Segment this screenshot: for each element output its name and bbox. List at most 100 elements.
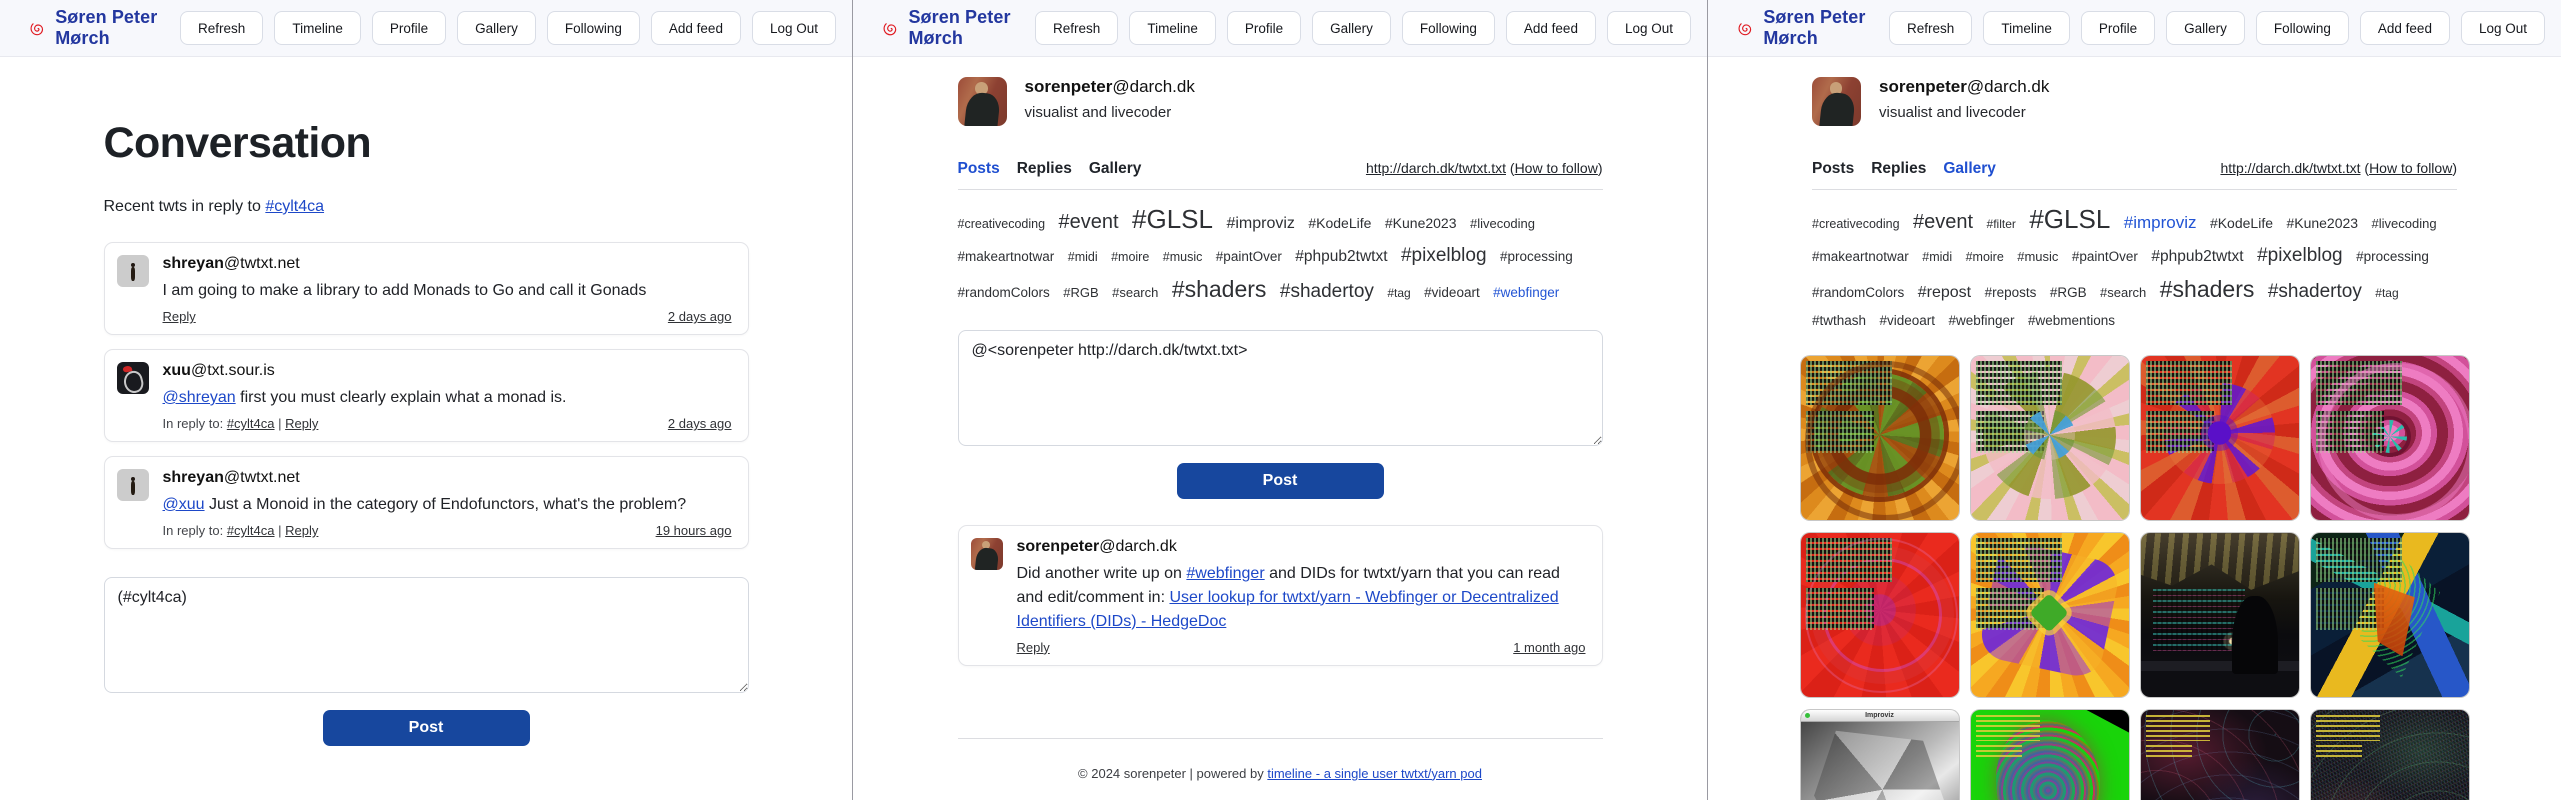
tag-link[interactable]: #phpub2twtxt (1295, 248, 1387, 265)
brand-link[interactable]: Søren Peter Mørch (30, 7, 180, 49)
tab-replies[interactable]: Replies (1017, 160, 1072, 178)
twt-composer[interactable]: @<sorenpeter http://darch.dk/twtxt.txt> (958, 330, 1603, 446)
username-link[interactable]: sorenpeter (1017, 538, 1100, 556)
tag-link[interactable]: #search (1112, 285, 1158, 300)
tag-link[interactable]: #videoart (1424, 285, 1480, 300)
post-button[interactable]: Post (323, 710, 530, 746)
tag-link[interactable]: #improviz (1226, 215, 1294, 232)
inline-link[interactable]: #cylt4ca (227, 523, 275, 538)
gallery-image[interactable] (1971, 533, 2129, 697)
tag-link[interactable]: #reposts (1985, 285, 2037, 300)
tag-link[interactable]: #webfinger (1949, 313, 2015, 328)
nav-gallery-button[interactable]: Gallery (1312, 11, 1391, 45)
tag-link[interactable]: #GLSL (1132, 204, 1213, 234)
timestamp-link[interactable]: 2 days ago (668, 309, 732, 324)
feed-url-link[interactable]: http://darch.dk/twtxt.txt (2220, 160, 2360, 176)
gallery-image[interactable] (2311, 710, 2469, 800)
username-link[interactable]: xuu (163, 362, 191, 380)
nav-add-feed-button[interactable]: Add feed (1506, 11, 1596, 45)
nav-refresh-button[interactable]: Refresh (1035, 11, 1118, 45)
gallery-image[interactable] (2311, 533, 2469, 697)
tag-link[interactable]: #midi (1068, 250, 1098, 264)
tag-link[interactable]: #Kune2023 (1385, 215, 1457, 231)
nav-refresh-button[interactable]: Refresh (180, 11, 263, 45)
tag-link[interactable]: #videoart (1880, 313, 1936, 328)
tag-link[interactable]: #makeartnotwar (958, 249, 1055, 264)
tag-link[interactable]: #livecoding (2372, 216, 2437, 231)
gallery-image[interactable] (2311, 356, 2469, 520)
timestamp-link[interactable]: 2 days ago (668, 416, 732, 431)
username-link[interactable]: shreyan (163, 255, 224, 273)
gallery-image[interactable] (1801, 533, 1959, 697)
tag-link[interactable]: #tag (2375, 286, 2398, 300)
gallery-image[interactable] (2141, 710, 2299, 800)
tag-link[interactable]: #RGB (1063, 285, 1098, 300)
inline-link[interactable]: Reply (1017, 640, 1050, 655)
gallery-image[interactable]: Improviz (1801, 710, 1959, 800)
tab-gallery[interactable]: Gallery (1943, 160, 1996, 178)
avatar[interactable] (971, 538, 1003, 570)
tag-link[interactable]: #webfinger (1493, 285, 1559, 300)
twt-composer[interactable]: (#cylt4ca) (104, 577, 749, 693)
gallery-image[interactable] (2141, 533, 2299, 697)
profile-avatar[interactable] (1812, 77, 1861, 126)
tag-link[interactable]: #shadertoy (1280, 281, 1374, 302)
avatar[interactable] (117, 255, 149, 287)
tag-link[interactable]: #livecoding (1470, 216, 1535, 231)
tag-link[interactable]: #GLSL (2029, 204, 2110, 234)
nav-following-button[interactable]: Following (547, 11, 640, 45)
inline-link[interactable]: #cylt4ca (265, 198, 324, 215)
nav-profile-button[interactable]: Profile (2081, 11, 2155, 45)
tag-link[interactable]: #music (1163, 250, 1203, 264)
tab-posts[interactable]: Posts (1812, 160, 1854, 178)
inline-link[interactable]: Reply (163, 309, 196, 324)
nav-logout-button[interactable]: Log Out (2461, 11, 2545, 45)
how-to-follow-link[interactable]: How to follow (2369, 160, 2452, 176)
tag-link[interactable]: #makeartnotwar (1812, 249, 1909, 264)
profile-avatar[interactable] (958, 77, 1007, 126)
gallery-image[interactable] (1801, 356, 1959, 520)
tag-link[interactable]: #search (2100, 285, 2146, 300)
tag-link[interactable]: #event (1059, 211, 1119, 233)
tag-link[interactable]: #shaders (1172, 276, 1267, 302)
nav-add-feed-button[interactable]: Add feed (651, 11, 741, 45)
tab-gallery[interactable]: Gallery (1089, 160, 1142, 178)
tag-link[interactable]: #event (1913, 211, 1973, 233)
tag-link[interactable]: #processing (1500, 249, 1573, 264)
avatar[interactable] (117, 362, 149, 394)
tag-link[interactable]: #RGB (2050, 285, 2087, 300)
tag-link[interactable]: #processing (2356, 249, 2429, 264)
nav-following-button[interactable]: Following (2256, 11, 2349, 45)
nav-add-feed-button[interactable]: Add feed (2360, 11, 2450, 45)
nav-logout-button[interactable]: Log Out (1607, 11, 1691, 45)
tag-link[interactable]: #moire (1111, 250, 1149, 264)
avatar[interactable] (117, 469, 149, 501)
tag-link[interactable]: #filter (1987, 217, 2016, 231)
nav-gallery-button[interactable]: Gallery (457, 11, 536, 45)
inline-link[interactable]: timeline - a single user twtxt/yarn pod (1267, 766, 1482, 781)
feed-url-link[interactable]: http://darch.dk/twtxt.txt (1366, 160, 1506, 176)
tag-link[interactable]: #moire (1966, 250, 2004, 264)
nav-gallery-button[interactable]: Gallery (2166, 11, 2245, 45)
post-button[interactable]: Post (1177, 463, 1384, 499)
inline-link[interactable]: Reply (285, 523, 318, 538)
tag-link[interactable]: #randomColors (1812, 285, 1904, 300)
tag-link[interactable]: #improviz (2124, 213, 2197, 232)
gallery-image[interactable] (2141, 356, 2299, 520)
tag-link[interactable]: #music (2017, 249, 2058, 264)
nav-profile-button[interactable]: Profile (1227, 11, 1301, 45)
tag-link[interactable]: #Kune2023 (2286, 215, 2358, 231)
nav-following-button[interactable]: Following (1402, 11, 1495, 45)
username-link[interactable]: shreyan (163, 469, 224, 487)
tag-link[interactable]: #KodeLife (2210, 215, 2273, 231)
nav-timeline-button[interactable]: Timeline (1129, 11, 1216, 45)
timestamp-link[interactable]: 1 month ago (1513, 640, 1585, 655)
tag-link[interactable]: #creativecoding (958, 217, 1046, 231)
tag-link[interactable]: #repost (1918, 284, 1971, 301)
tab-replies[interactable]: Replies (1871, 160, 1926, 178)
inline-link[interactable]: @xuu (163, 496, 205, 513)
nav-timeline-button[interactable]: Timeline (1983, 11, 2070, 45)
tag-link[interactable]: #webmentions (2028, 313, 2115, 328)
brand-link[interactable]: Søren Peter Mørch (883, 7, 1035, 49)
tag-link[interactable]: #paintOver (1216, 249, 1282, 264)
